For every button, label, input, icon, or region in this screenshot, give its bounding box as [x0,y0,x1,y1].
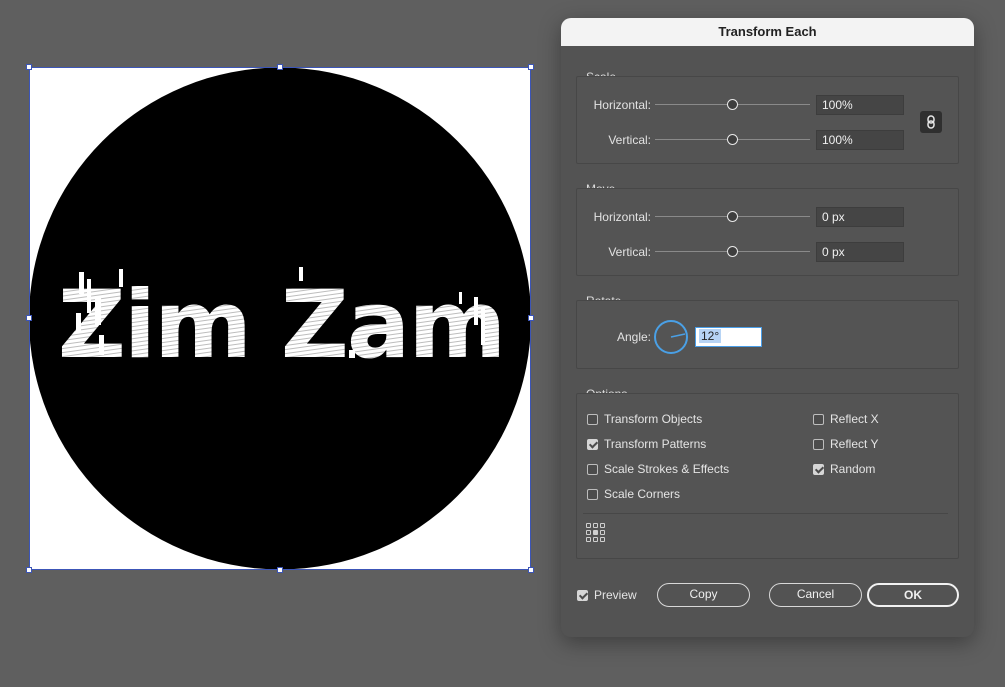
transform-patterns-label: Transform Patterns [604,437,707,451]
scale-horizontal-slider-thumb[interactable] [727,99,738,110]
resize-handle-top-right[interactable] [528,64,534,70]
cancel-button[interactable]: Cancel [769,583,862,607]
transform-objects-checkbox[interactable]: Transform Objects [587,412,702,426]
angle-dial[interactable] [654,320,688,354]
random-checkbox[interactable]: Random [813,462,875,476]
transform-patterns-checkbox[interactable]: Transform Patterns [587,437,706,451]
scale-strokes-checkbox-box[interactable] [587,463,598,475]
angle-indicator-icon [670,333,686,338]
ok-button[interactable]: OK [867,583,959,607]
scale-strokes-label: Scale Strokes & Effects [604,462,730,476]
copy-button[interactable]: Copy [657,583,750,607]
scale-vertical-slider-thumb[interactable] [727,134,738,145]
angle-label: Angle: [616,330,651,344]
resize-handle-bottom-right[interactable] [528,567,534,573]
transform-objects-checkbox-box[interactable] [587,413,598,425]
move-group [576,188,959,276]
scale-vertical-label: Vertical: [608,133,651,147]
resize-handle-top[interactable] [277,64,283,70]
reflect-x-checkbox[interactable]: Reflect X [813,412,879,426]
move-horizontal-slider-thumb[interactable] [727,211,738,222]
resize-handle-bottom-left[interactable] [26,567,32,573]
reflect-x-checkbox-box[interactable] [813,413,824,425]
scale-horizontal-label: Horizontal: [593,98,651,112]
preview-label: Preview [594,588,637,602]
move-horizontal-input[interactable]: 0 px [816,207,904,227]
resize-handle-left[interactable] [26,315,32,321]
transform-patterns-checkbox-box[interactable] [587,438,598,450]
angle-input-value: 12° [699,329,722,343]
scale-strokes-checkbox[interactable]: Scale Strokes & Effects [587,462,729,476]
angle-input[interactable]: 12° [695,327,762,347]
scale-corners-checkbox-box[interactable] [587,488,598,500]
reflect-x-label: Reflect X [830,412,879,426]
preview-checkbox[interactable]: Preview [577,588,637,602]
options-divider [583,513,948,514]
constrain-proportions-button[interactable] [920,111,942,133]
move-vertical-label: Vertical: [608,245,651,259]
reflect-y-checkbox-box[interactable] [813,438,824,450]
resize-handle-right[interactable] [528,315,534,321]
transform-objects-label: Transform Objects [604,412,703,426]
resize-handle-top-left[interactable] [26,64,32,70]
link-chain-icon [927,115,935,129]
move-vertical-input[interactable]: 0 px [816,242,904,262]
scale-vertical-input[interactable]: 100% [816,130,904,150]
move-vertical-slider-thumb[interactable] [727,246,738,257]
resize-handle-bottom[interactable] [277,567,283,573]
reflect-y-checkbox[interactable]: Reflect Y [813,437,878,451]
reference-point-locator-icon[interactable] [586,523,605,542]
reflect-y-label: Reflect Y [830,437,879,451]
selection-bounding-box[interactable] [29,67,531,570]
preview-checkbox-box[interactable] [577,589,588,601]
scale-corners-label: Scale Corners [604,487,681,501]
random-checkbox-box[interactable] [813,463,824,475]
random-label: Random [830,462,876,476]
scale-group [576,76,959,164]
scale-corners-checkbox[interactable]: Scale Corners [587,487,680,501]
scale-horizontal-input[interactable]: 100% [816,95,904,115]
transform-each-dialog: Transform Each Scale Horizontal: 100% Ve… [561,18,974,637]
move-horizontal-label: Horizontal: [593,210,651,224]
dialog-title: Transform Each [561,18,974,46]
